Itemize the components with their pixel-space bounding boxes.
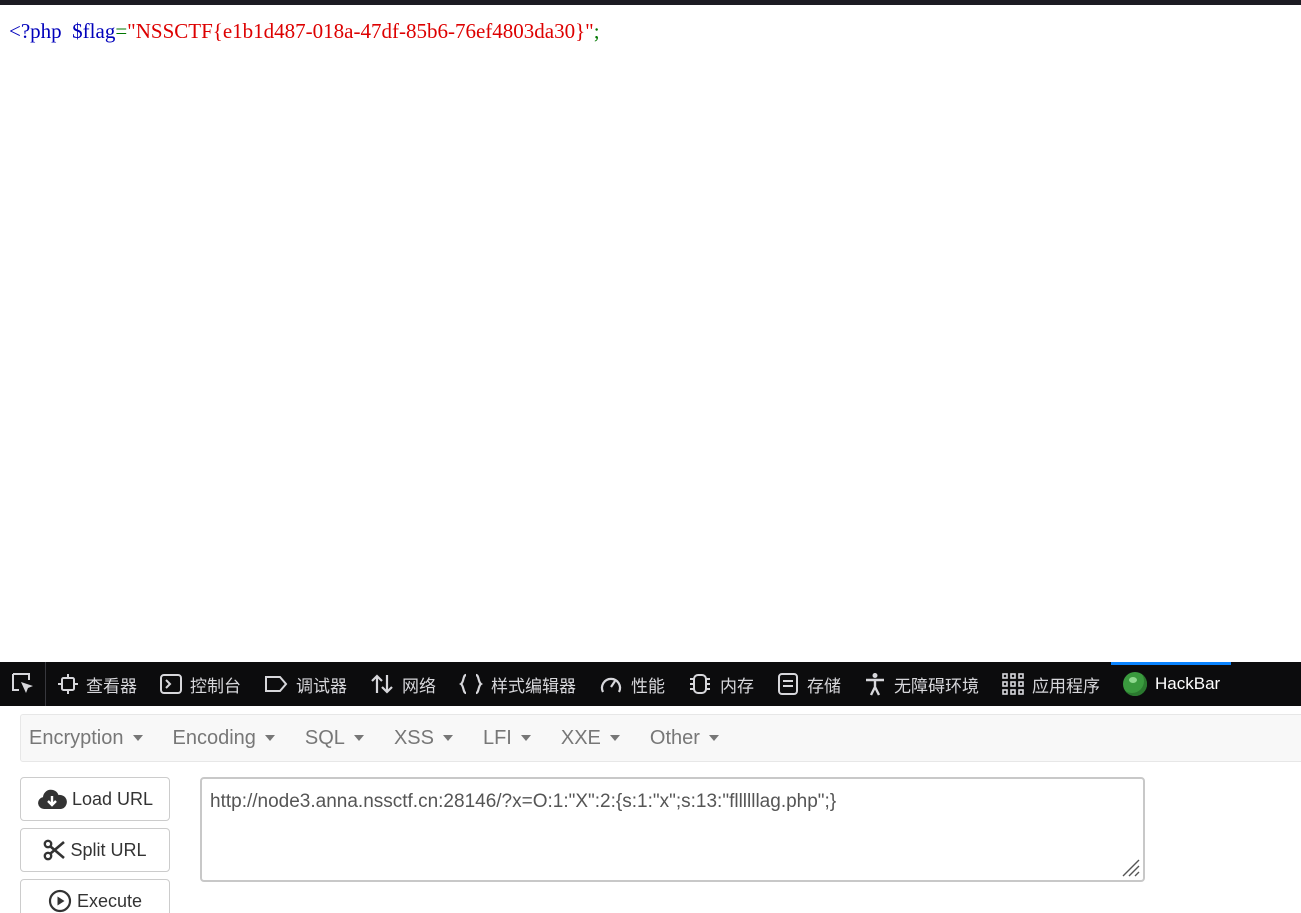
devtools-toolbar: 查看器 控制台 调试器 网络 样式编辑器 性能 内存 存储 无障碍环境 应用程序…: [0, 662, 1301, 706]
tab-debugger[interactable]: 调试器: [252, 662, 358, 706]
element-picker-button[interactable]: [0, 662, 46, 706]
load-url-button[interactable]: Load URL: [20, 777, 170, 821]
application-icon: [1002, 673, 1024, 695]
play-circle-icon: [48, 889, 72, 913]
chevron-down-icon: [264, 735, 275, 741]
menu-lfi-label: LFI: [482, 726, 512, 749]
menu-encoding-label: Encoding: [172, 726, 256, 749]
load-url-label: Load URL: [71, 788, 154, 809]
debugger-icon: [265, 676, 288, 692]
chevron-down-icon: [132, 735, 143, 741]
tab-style-editor-label: 样式编辑器: [491, 676, 576, 696]
tab-storage-label: 存储: [807, 676, 841, 696]
hackbar-menu-bar: Encryption Encoding SQL XSS LFI XXE Othe…: [20, 714, 1301, 762]
chevron-down-icon: [442, 735, 453, 741]
console-icon: [160, 674, 182, 694]
storage-icon: [778, 673, 798, 695]
chevron-down-icon: [353, 735, 364, 741]
menu-encryption-label: Encryption: [29, 726, 124, 749]
cloud-download-icon: [38, 789, 67, 809]
memory-icon: [690, 674, 710, 694]
split-url-button[interactable]: Split URL: [20, 828, 170, 872]
tab-performance-label: 性能: [631, 676, 665, 696]
menu-encoding[interactable]: Encoding: [173, 727, 275, 750]
tab-style-editor[interactable]: 样式编辑器: [447, 662, 587, 706]
tab-console[interactable]: 控制台: [148, 662, 252, 706]
hackbar-icon: [1123, 672, 1147, 696]
tab-network[interactable]: 网络: [358, 662, 447, 706]
tab-hackbar[interactable]: HackBar: [1111, 662, 1232, 706]
tab-network-label: 网络: [402, 676, 436, 696]
performance-icon: [600, 677, 622, 693]
statement-end: ;: [593, 19, 600, 43]
resize-handle-icon[interactable]: [1119, 856, 1141, 878]
scissors-icon: [44, 839, 66, 861]
tab-application[interactable]: 应用程序: [990, 662, 1111, 706]
php-open-tag: <?php: [9, 19, 62, 43]
page-source-line: <?php $flag="NSSCTF{e1b1d487-018a-47df-8…: [9, 19, 600, 44]
menu-lfi[interactable]: LFI: [483, 727, 531, 750]
menu-other[interactable]: Other: [650, 727, 719, 750]
tab-storage[interactable]: 存储: [765, 662, 852, 706]
tab-accessibility-label: 无障碍环境: [894, 676, 979, 696]
element-picker-icon: [11, 673, 33, 693]
chevron-down-icon: [708, 735, 719, 741]
tab-accessibility[interactable]: 无障碍环境: [852, 662, 990, 706]
url-textarea[interactable]: http://node3.anna.nssctf.cn:28146/?x=O:1…: [200, 777, 1145, 882]
tab-performance[interactable]: 性能: [587, 662, 676, 706]
tab-inspector[interactable]: 查看器: [46, 662, 148, 706]
tab-memory[interactable]: 内存: [676, 662, 765, 706]
menu-xss[interactable]: XSS: [394, 727, 453, 750]
chevron-down-icon: [609, 735, 620, 741]
inspector-icon: [58, 674, 78, 694]
tab-debugger-label: 调试器: [296, 676, 347, 696]
browser-top-edge: [0, 0, 1301, 5]
menu-xss-label: XSS: [393, 726, 434, 749]
menu-encryption[interactable]: Encryption: [29, 727, 143, 750]
tab-inspector-label: 查看器: [86, 676, 137, 696]
execute-button[interactable]: Execute: [20, 879, 170, 913]
accessibility-icon: [866, 673, 884, 696]
menu-sql-label: SQL: [304, 726, 345, 749]
menu-other-label: Other: [649, 726, 700, 749]
tab-memory-label: 内存: [720, 676, 754, 696]
url-value: http://node3.anna.nssctf.cn:28146/?x=O:1…: [210, 791, 837, 812]
menu-sql[interactable]: SQL: [305, 727, 364, 750]
chevron-down-icon: [520, 735, 531, 741]
tab-hackbar-label: HackBar: [1155, 674, 1221, 693]
flag-variable: $flag: [72, 19, 116, 43]
network-icon: [371, 674, 393, 694]
execute-label: Execute: [76, 890, 143, 911]
assign-operator: =: [115, 19, 128, 43]
tab-console-label: 控制台: [190, 676, 241, 696]
style-editor-icon: [459, 673, 483, 695]
menu-xxe-label: XXE: [560, 726, 601, 749]
tab-application-label: 应用程序: [1032, 676, 1100, 696]
split-url-label: Split URL: [70, 839, 147, 860]
flag-string: "NSSCTF{e1b1d487-018a-47df-85b6-76ef4803…: [127, 19, 594, 43]
menu-xxe[interactable]: XXE: [561, 727, 620, 750]
